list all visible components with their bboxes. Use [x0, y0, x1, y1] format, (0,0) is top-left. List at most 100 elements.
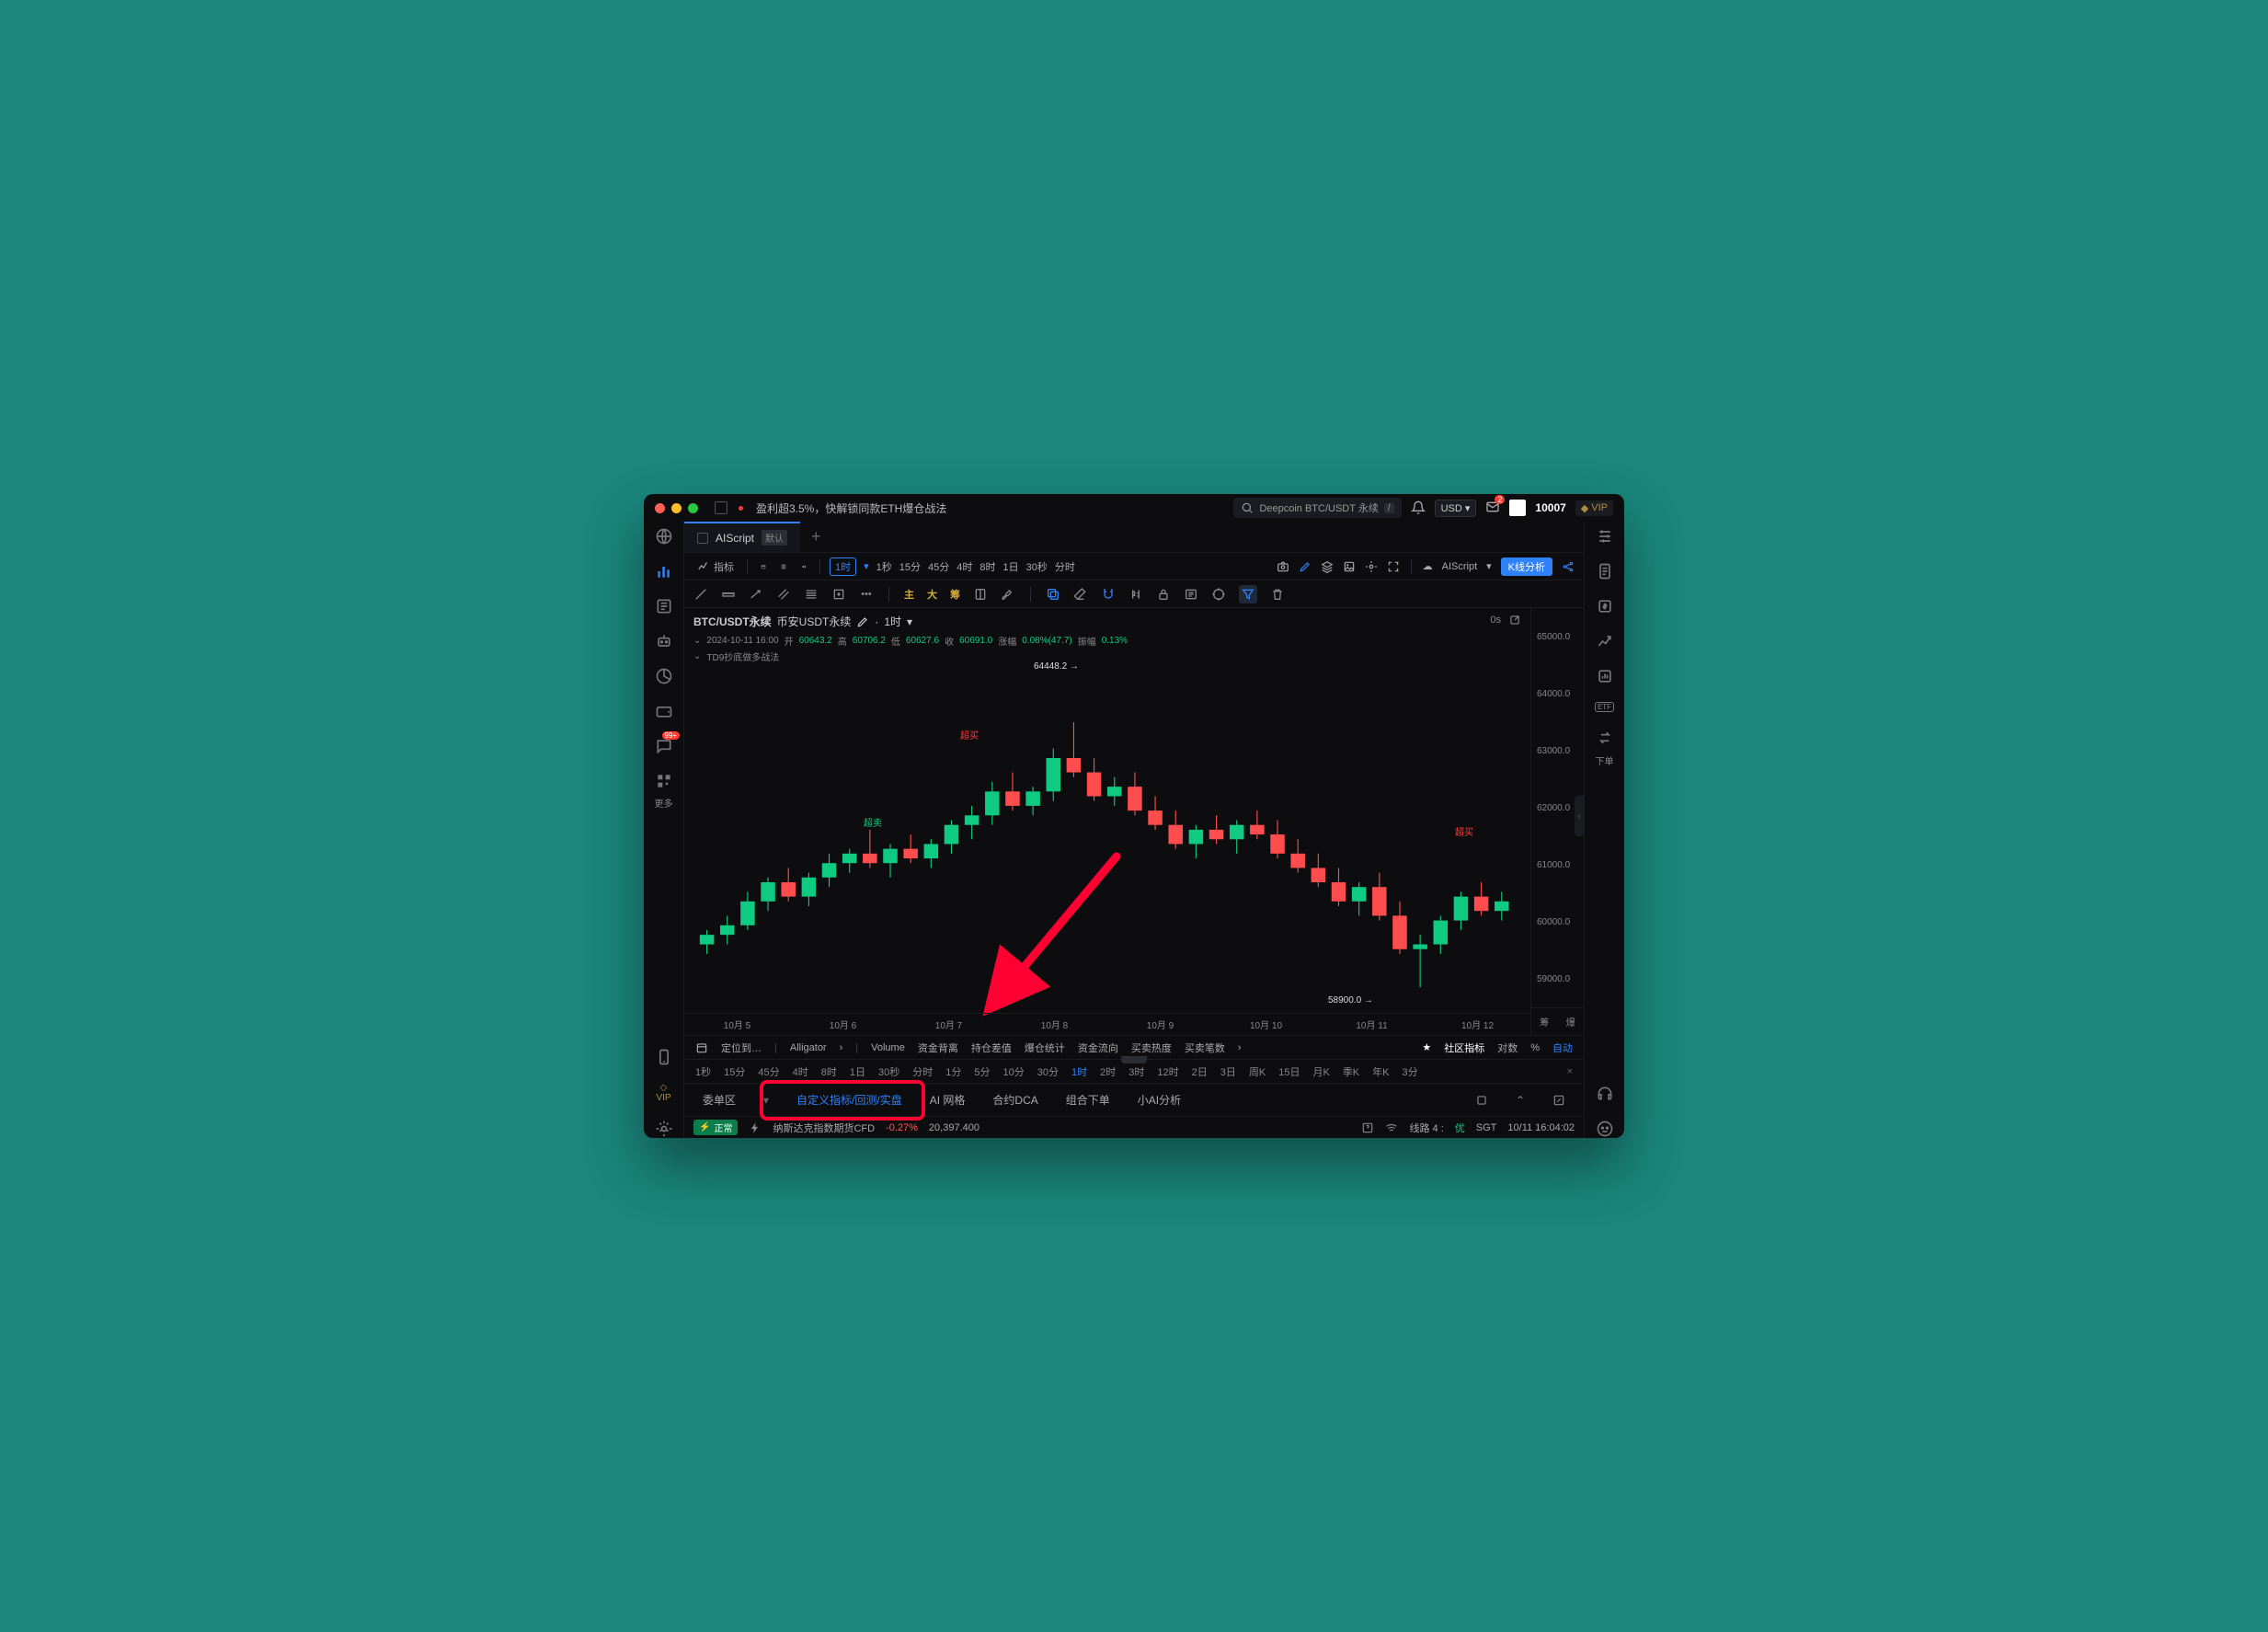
- interval-item[interactable]: 45分: [758, 1064, 779, 1079]
- bell-icon[interactable]: [1411, 500, 1426, 515]
- list-icon[interactable]: [1184, 587, 1198, 602]
- ind-item[interactable]: Volume: [871, 1042, 905, 1053]
- vip-side[interactable]: ◇VIP: [656, 1083, 670, 1103]
- mail-button[interactable]: 2: [1485, 500, 1500, 517]
- news-icon[interactable]: [655, 597, 673, 615]
- auto-btn[interactable]: 自动: [1552, 1040, 1573, 1055]
- interval-active[interactable]: 1时: [830, 557, 856, 576]
- interval-item[interactable]: 2日: [1192, 1064, 1208, 1079]
- trash-icon[interactable]: [1270, 587, 1285, 602]
- ind-item[interactable]: Alligator: [790, 1042, 827, 1053]
- status-ok[interactable]: ⚡ 正常: [693, 1120, 738, 1135]
- points[interactable]: 10007: [1535, 501, 1565, 514]
- ind-item[interactable]: 持仓差值: [971, 1040, 1012, 1055]
- chevron-down-icon[interactable]: ▾: [1486, 560, 1492, 572]
- chat-icon[interactable]: 99+: [655, 737, 673, 755]
- interval-item[interactable]: 4时: [793, 1064, 808, 1079]
- avatar[interactable]: [1509, 500, 1526, 516]
- order-button[interactable]: 下单: [1596, 729, 1614, 767]
- interval-item[interactable]: 分时: [912, 1064, 933, 1079]
- zoom-dot[interactable]: [688, 503, 698, 513]
- cloud-icon[interactable]: ☁: [1423, 560, 1433, 572]
- extension-icon[interactable]: [715, 501, 727, 514]
- interval-item[interactable]: 周K: [1249, 1064, 1266, 1079]
- interval-item[interactable]: 1分: [945, 1064, 961, 1079]
- doc-icon[interactable]: [1596, 562, 1614, 580]
- interval-item[interactable]: 30分: [1037, 1064, 1059, 1079]
- popout-icon[interactable]: [1475, 1094, 1488, 1107]
- interval-item[interactable]: 8时: [821, 1064, 837, 1079]
- wifi-icon[interactable]: [1385, 1121, 1398, 1134]
- currency-selector[interactable]: USD ▾: [1435, 500, 1477, 517]
- bt-combo[interactable]: 组合下单: [1066, 1092, 1110, 1108]
- rewind-icon[interactable]: [797, 560, 810, 573]
- pct-btn[interactable]: %: [1530, 1042, 1540, 1053]
- share-icon[interactable]: [1562, 560, 1575, 573]
- search-box[interactable]: Deepcoin BTC/USDT 永续 /: [1233, 498, 1401, 518]
- interval-item[interactable]: 季K: [1343, 1064, 1359, 1079]
- pencil-icon[interactable]: [1299, 560, 1312, 573]
- wallet-icon[interactable]: [655, 702, 673, 720]
- chevron-up-icon[interactable]: ⌃: [1516, 1094, 1525, 1107]
- chart-area[interactable]: BTC/USDT永续 币安USDT永续 · 1时 ▾ 0s ⌄ 2024-10-…: [684, 608, 1584, 1035]
- fib-icon[interactable]: [804, 587, 819, 602]
- trend-icon[interactable]: [749, 587, 763, 602]
- channel-icon[interactable]: [776, 587, 791, 602]
- da-label[interactable]: 大: [927, 587, 937, 602]
- line-tool-icon[interactable]: [693, 587, 708, 602]
- ruler-icon[interactable]: [721, 587, 736, 602]
- bt-orders[interactable]: 委单区: [703, 1092, 736, 1108]
- fullscreen-icon[interactable]: [1387, 560, 1400, 573]
- assistant-icon[interactable]: [1596, 1120, 1614, 1138]
- bt-dca[interactable]: 合约DCA: [992, 1092, 1037, 1108]
- interval-item[interactable]: 1日: [850, 1064, 865, 1079]
- interval-item[interactable]: 2时: [1100, 1064, 1116, 1079]
- interval-item[interactable]: 1时: [1071, 1064, 1087, 1079]
- interval-item[interactable]: 3时: [1128, 1064, 1144, 1079]
- more-tools-icon[interactable]: •••: [859, 587, 874, 602]
- tab-aiscript[interactable]: AIScript 默认: [684, 522, 800, 552]
- layers-icon[interactable]: [1321, 560, 1334, 573]
- note-icon[interactable]: [973, 587, 988, 602]
- interval-item[interactable]: 3分: [1403, 1064, 1418, 1079]
- analysis-button[interactable]: K线分析: [1501, 557, 1552, 576]
- filter-icon[interactable]: [1239, 585, 1257, 603]
- calendar-icon[interactable]: [757, 560, 770, 573]
- tz-label[interactable]: SGT: [1476, 1122, 1497, 1133]
- bt-aianalyze[interactable]: 小AI分析: [1138, 1092, 1181, 1108]
- gear-icon[interactable]: [1365, 560, 1378, 573]
- bt-ai-grid[interactable]: AI 网格: [930, 1092, 966, 1108]
- close-dot[interactable]: [655, 503, 665, 513]
- headset-icon[interactable]: [1596, 1085, 1614, 1103]
- mobile-icon[interactable]: [655, 1048, 673, 1066]
- interval-item[interactable]: 分时: [1055, 559, 1075, 574]
- community-ind[interactable]: 社区指标: [1444, 1040, 1484, 1055]
- zhu-label[interactable]: 主: [904, 587, 914, 602]
- calendar-icon[interactable]: [695, 1041, 708, 1054]
- dollar-icon[interactable]: [1596, 597, 1614, 615]
- pie-icon[interactable]: [655, 667, 673, 685]
- interval-item[interactable]: 12时: [1157, 1064, 1178, 1079]
- interval-item[interactable]: 月K: [1312, 1064, 1329, 1079]
- interval-item[interactable]: 30秒: [1026, 559, 1048, 574]
- sliders-icon[interactable]: [1596, 527, 1614, 546]
- expand-icon[interactable]: [1552, 1094, 1565, 1107]
- resize-grip[interactable]: [1121, 1056, 1147, 1063]
- ind-item[interactable]: 买卖热度: [1131, 1040, 1172, 1055]
- interval-item[interactable]: 15分: [724, 1064, 745, 1079]
- magnet-icon[interactable]: [1101, 587, 1116, 602]
- interval-item[interactable]: 1秒: [695, 1064, 711, 1079]
- settings-icon[interactable]: [655, 1120, 673, 1138]
- help-icon[interactable]: [1361, 1121, 1374, 1134]
- interval-item[interactable]: 30秒: [878, 1064, 899, 1079]
- layout-icon[interactable]: [777, 560, 790, 573]
- interval-item[interactable]: 1日: [1003, 559, 1019, 574]
- copy-icon[interactable]: [1046, 587, 1060, 602]
- chou-label[interactable]: 筹: [950, 587, 960, 602]
- eraser-icon[interactable]: [1073, 587, 1088, 602]
- growth-icon[interactable]: [1596, 632, 1614, 650]
- apps-icon[interactable]: [655, 772, 673, 790]
- ticker-name[interactable]: 纳斯达克指数期货CFD: [773, 1121, 875, 1135]
- rect-icon[interactable]: [831, 587, 846, 602]
- chart-canvas[interactable]: BTC/USDT永续 币安USDT永续 · 1时 ▾ 0s ⌄ 2024-10-…: [684, 608, 1530, 1035]
